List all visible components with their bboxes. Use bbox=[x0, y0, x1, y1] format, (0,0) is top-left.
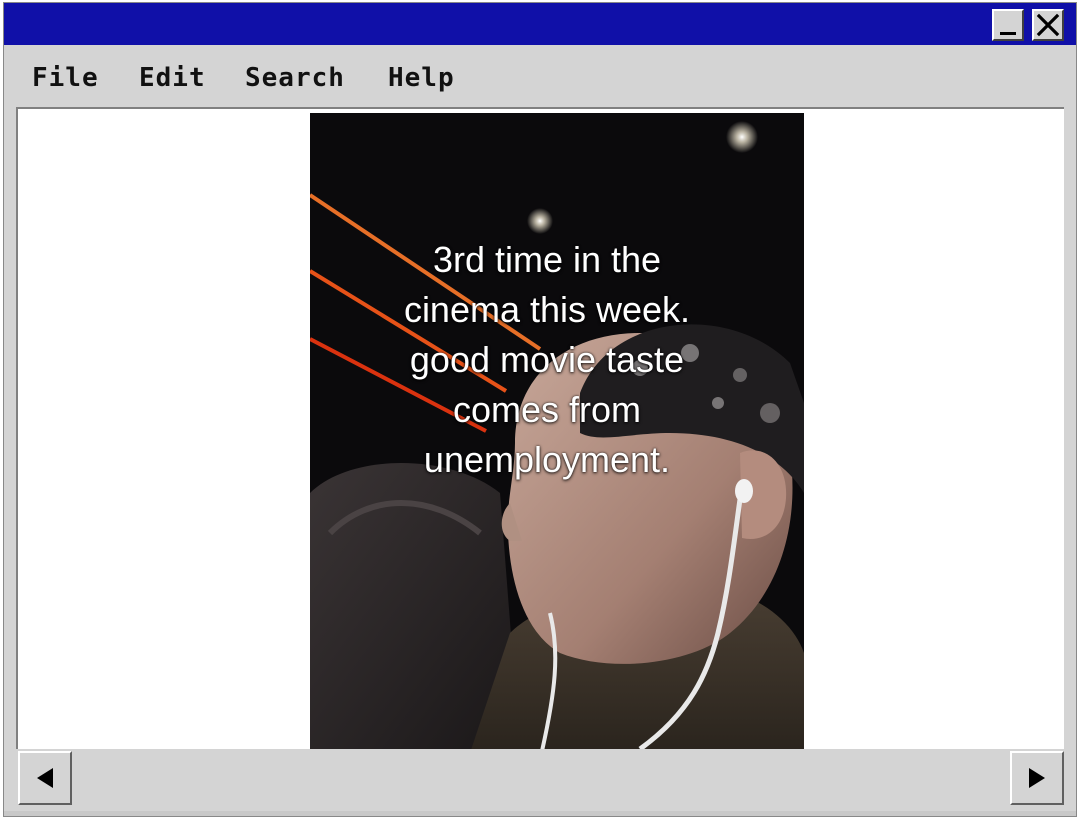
arrow-left-icon bbox=[37, 768, 53, 788]
document-area[interactable]: 3rd time in the cinema this week. good m… bbox=[16, 107, 1064, 749]
close-icon bbox=[1036, 13, 1060, 37]
video-caption: 3rd time in the cinema this week. good m… bbox=[340, 235, 754, 485]
arrow-right-icon bbox=[1029, 768, 1045, 788]
menu-file[interactable]: File bbox=[32, 63, 99, 93]
scroll-left-button[interactable] bbox=[18, 751, 72, 805]
close-button[interactable] bbox=[1032, 9, 1064, 41]
scroll-track[interactable] bbox=[74, 751, 1008, 805]
caption-line: 3rd time in the bbox=[432, 239, 662, 280]
horizontal-scrollbar[interactable] bbox=[16, 749, 1064, 807]
menu-search[interactable]: Search bbox=[245, 63, 345, 93]
window-bottom-border bbox=[4, 811, 1076, 816]
menu-bar: File Edit Search Help bbox=[4, 45, 1076, 107]
caption-line: comes from bbox=[452, 389, 642, 430]
title-bar[interactable] bbox=[4, 3, 1076, 45]
caption-line: unemployment. bbox=[423, 439, 671, 480]
minimize-button[interactable] bbox=[992, 9, 1024, 41]
caption-line: good movie taste bbox=[409, 339, 685, 380]
menu-edit[interactable]: Edit bbox=[139, 63, 206, 93]
video-frame[interactable]: 3rd time in the cinema this week. good m… bbox=[310, 113, 804, 749]
scroll-right-button[interactable] bbox=[1010, 751, 1064, 805]
app-window: File Edit Search Help 3rd time in the ci… bbox=[3, 2, 1077, 817]
menu-help[interactable]: Help bbox=[388, 63, 455, 93]
caption-line: cinema this week. bbox=[403, 289, 691, 330]
minimize-icon bbox=[1000, 32, 1016, 35]
